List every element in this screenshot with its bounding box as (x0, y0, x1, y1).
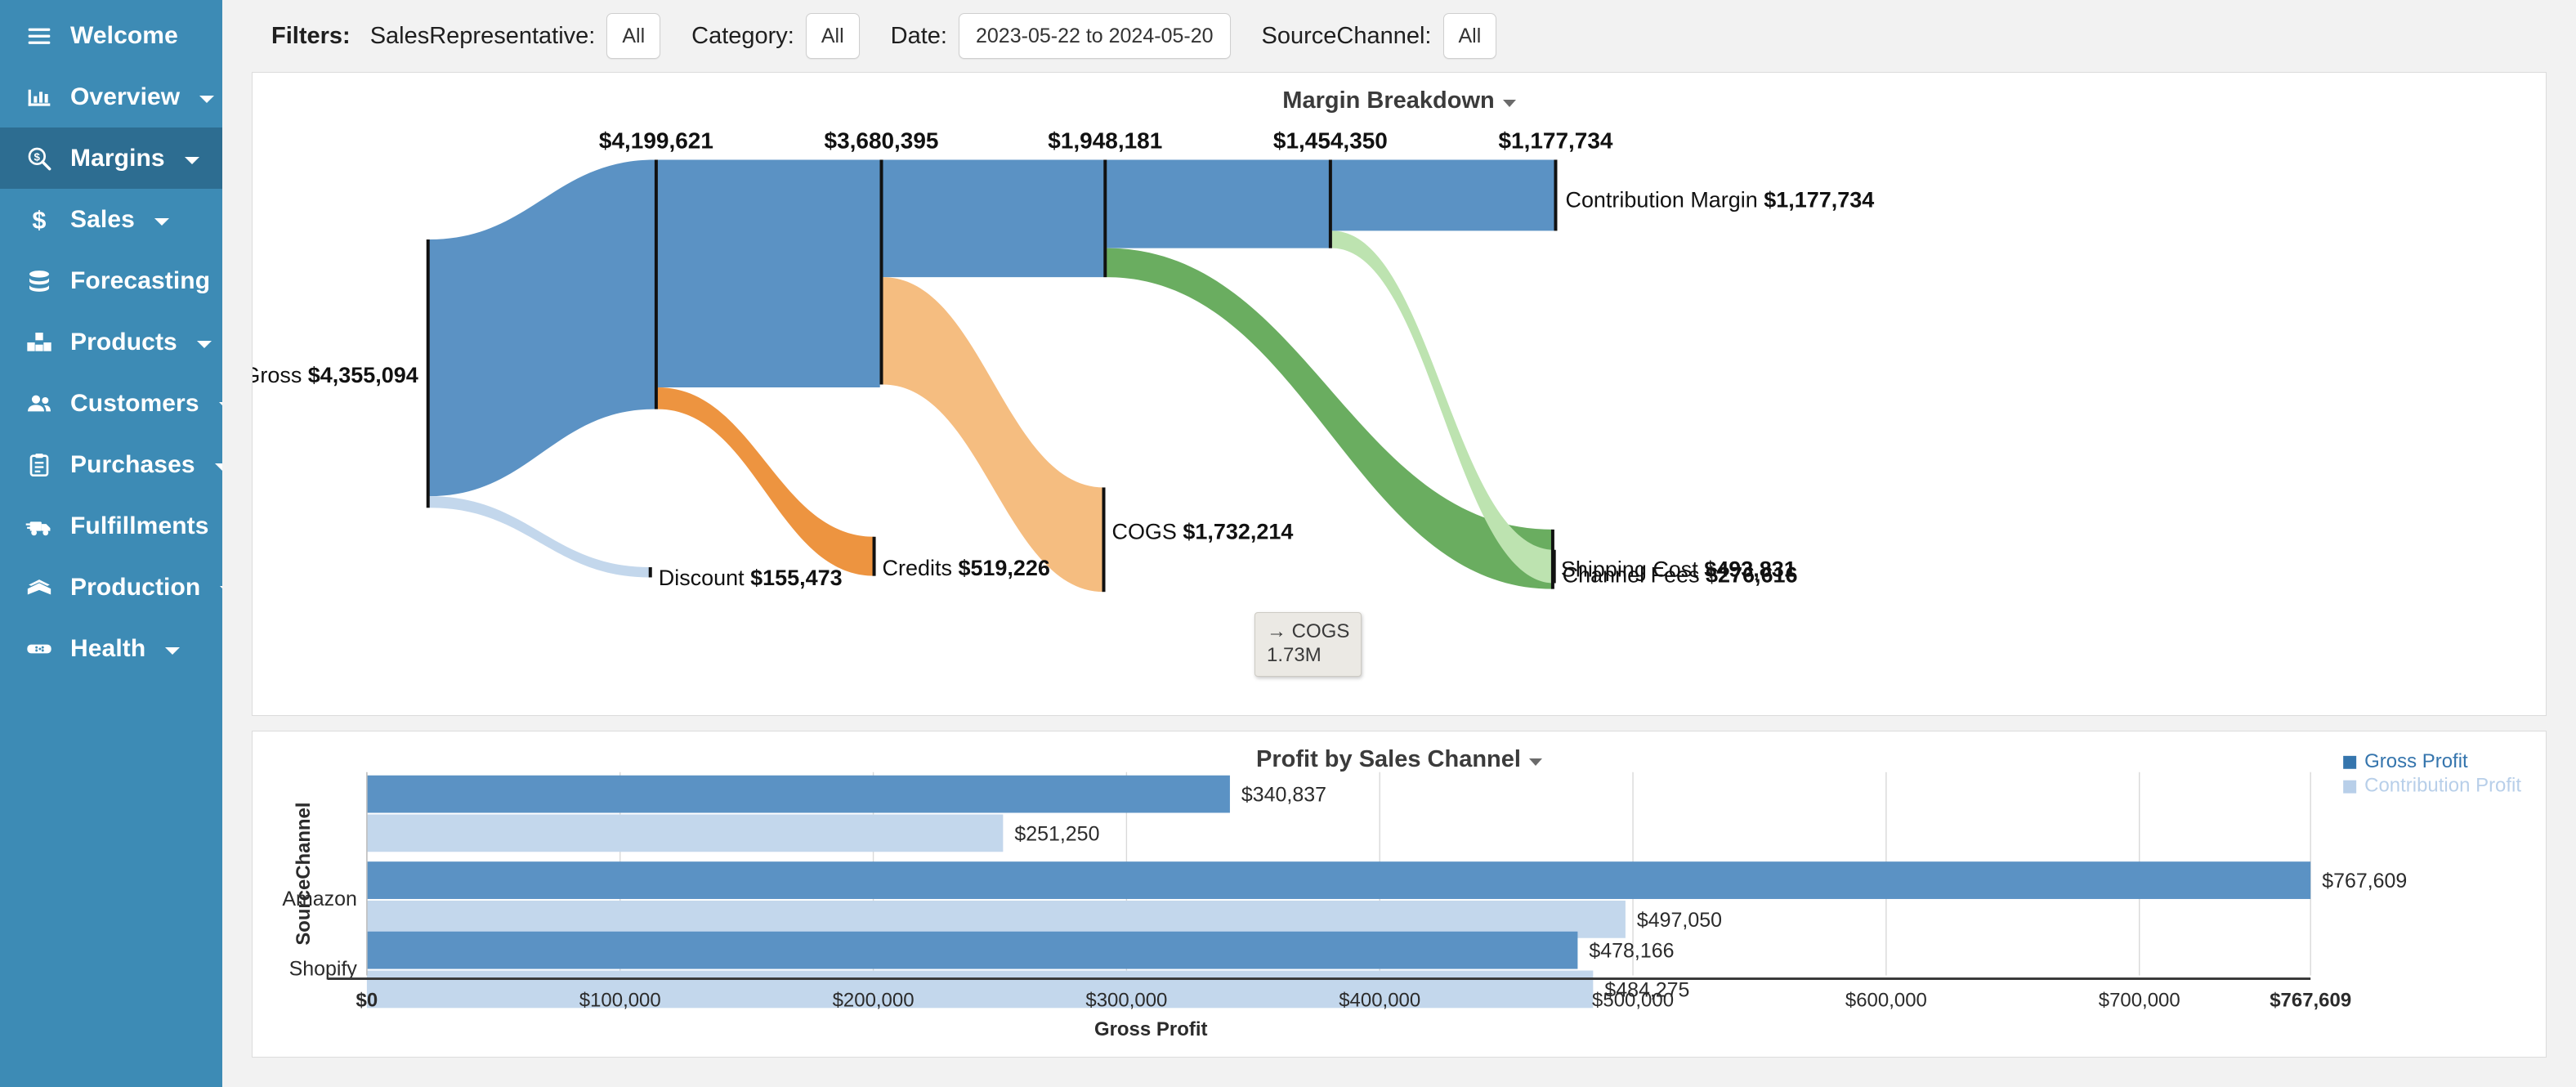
sankey-node-label: Discount $155,473 (659, 566, 843, 590)
clipboard-icon (25, 451, 54, 479)
sidebar-item-label: Products (70, 328, 177, 356)
hamburger-icon (25, 22, 54, 50)
sankey-node-label: Channel Fees $276,616 (1563, 563, 1798, 588)
filter-label-sales-representative: SalesRepresentative: (369, 22, 596, 49)
sidebar-item-production[interactable]: Production (0, 557, 235, 618)
chevron-down-icon (199, 96, 215, 103)
sankey-node-value: $1,177,734 (1499, 128, 1613, 154)
margin-breakdown-panel: Margin Breakdown $4,199,621 $3,680,395 $1,… (252, 72, 2547, 716)
sidebar-item-purchases[interactable]: Purchases (0, 434, 230, 495)
sankey-node-value: $3,680,395 (825, 128, 939, 154)
sidebar-item-label: Fulfillments (70, 512, 209, 539)
sidebar-item-label: Overview (70, 83, 181, 110)
bar-segment[interactable] (366, 775, 1230, 813)
x-axis-tick: $200,000 (833, 989, 915, 1011)
x-axis-tick: $300,000 (1085, 989, 1167, 1011)
sidebar-item-forecasting[interactable]: Forecasting (0, 250, 245, 311)
sankey-node-value: $4,199,621 (599, 128, 713, 154)
bar-value-label: $340,837 (1241, 784, 1326, 807)
category-label: Shopify (289, 958, 358, 981)
sidebar-item-label: Forecasting (70, 266, 211, 294)
x-axis-title: Gross Profit (1094, 1018, 1208, 1040)
sankey-node-value: $1,454,350 (1273, 128, 1388, 154)
filter-label-date: Date: (890, 22, 947, 49)
sidebar-item-label: Health (70, 634, 146, 662)
bar-value-label: $767,609 (2322, 870, 2407, 892)
filter-category[interactable]: All (805, 13, 860, 59)
dollar-icon: $ (25, 206, 54, 234)
sidebar-item-customers[interactable]: Customers (0, 373, 234, 434)
sankey-node-label: Gross $4,355,094 (253, 363, 418, 387)
x-axis-tick: $400,000 (1339, 989, 1420, 1011)
bar-segment[interactable] (366, 861, 2311, 899)
truck-icon (25, 512, 54, 540)
filter-bar: Filters: SalesRepresentative: All Catego… (222, 0, 2576, 72)
legend-label[interactable]: Gross Profit (2364, 750, 2468, 772)
legend-swatch (2343, 755, 2357, 769)
sidebar-item-products[interactable]: Products (0, 311, 222, 373)
filter-date-range[interactable]: 2023-05-22 to 2024-05-20 (959, 13, 1231, 59)
legend-label[interactable]: Contribution Profit (2364, 775, 2521, 797)
sidebar-item-label: Margins (70, 144, 165, 172)
bar-value-label: $251,250 (1014, 822, 1099, 845)
bar-segment[interactable] (366, 814, 1004, 852)
profit-by-sales-channel-panel: Profit by Sales Channel $340,837 $251,250… (252, 731, 2547, 1058)
sidebar-item-label: Production (70, 573, 201, 601)
filter-source-channel[interactable]: All (1442, 13, 1497, 59)
bar-value-label: $478,166 (1589, 940, 1674, 963)
legend-swatch (2343, 780, 2357, 794)
filter-label-category: Category: (691, 22, 794, 49)
search-dollar-icon: $ (25, 145, 54, 172)
chevron-down-icon (184, 157, 199, 164)
sidebar-item-welcome[interactable]: Welcome (0, 5, 222, 66)
sidebar-item-label: Sales (70, 205, 135, 233)
bar-segment[interactable] (366, 931, 1578, 969)
filter-sales-representative[interactable]: All (606, 13, 661, 59)
x-axis-tick: $100,000 (579, 989, 661, 1011)
chevron-down-icon (154, 218, 169, 226)
x-axis-tick: $500,000 (1592, 989, 1674, 1011)
sidebar-item-sales[interactable]: $ Sales (0, 189, 222, 250)
sankey-node-label: COGS $1,732,214 (1112, 519, 1294, 544)
sankey-node-value: $1,948,181 (1048, 128, 1162, 154)
svg-text:$: $ (34, 150, 41, 163)
x-axis-tick: $767,609 (2270, 989, 2351, 1011)
x-axis-tick: $600,000 (1845, 989, 1927, 1011)
dashboard-root: Welcome Overview $ Margins $ Sales Forec… (0, 0, 2576, 1087)
sankey-chart: $4,199,621 $3,680,395 $1,948,181 $1,454,350… (253, 73, 2546, 715)
sidebar: Welcome Overview $ Margins $ Sales Forec… (0, 0, 245, 1087)
chevron-down-icon (196, 341, 212, 348)
sidebar-item-label: Welcome (70, 21, 178, 49)
main-content: Filters: SalesRepresentative: All Catego… (222, 0, 2576, 1087)
sidebar-item-label: Customers (70, 389, 199, 417)
users-icon (25, 390, 54, 418)
boxes-icon (25, 329, 54, 356)
sidebar-item-label: Purchases (70, 450, 195, 478)
filters-label: Filters: (271, 22, 351, 49)
bar-value-label: $497,050 (1637, 909, 1722, 932)
filter-label-source-channel: SourceChannel: (1261, 22, 1432, 49)
sankey-node-label: Credits $519,226 (883, 556, 1050, 580)
bar-chart: $340,837 $251,250 $767,609 $497,050 Amazon $4… (253, 731, 2546, 1057)
bandage-icon (25, 635, 54, 663)
sidebar-item-margins[interactable]: $ Margins (0, 127, 222, 189)
sankey-node-label: Contribution Margin $1,177,734 (1565, 187, 1874, 212)
svg-text:$: $ (32, 207, 46, 233)
y-axis-title: SourceChannel (293, 803, 315, 946)
x-axis-tick: $0 (356, 989, 378, 1011)
database-icon (25, 267, 54, 295)
chevron-down-icon (165, 647, 181, 655)
sidebar-item-fulfillments[interactable]: Fulfillments (0, 495, 244, 557)
bar-chart-icon (25, 83, 54, 111)
x-axis-tick: $700,000 (2099, 989, 2180, 1011)
sidebar-item-health[interactable]: Health (0, 618, 222, 679)
sidebar-item-overview[interactable]: Overview (0, 66, 222, 127)
open-box-icon (25, 574, 54, 602)
